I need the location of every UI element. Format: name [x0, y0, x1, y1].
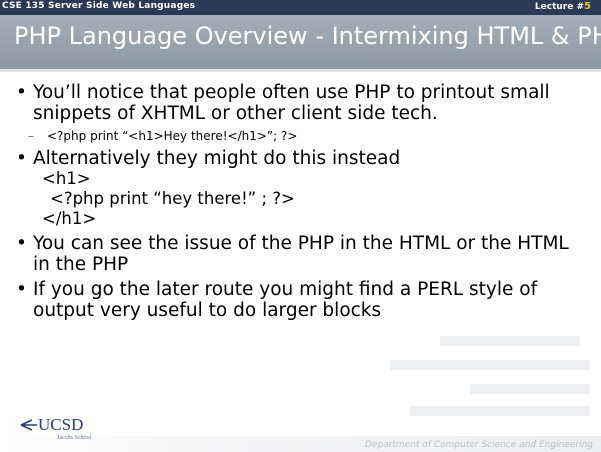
title-divider	[0, 69, 601, 72]
slide-title: PHP Language Overview - Intermixing HTML…	[14, 22, 601, 50]
bullet-text: You can see the issue of the PHP in the …	[33, 233, 569, 275]
bullet-icon: •	[16, 233, 27, 254]
slide-body: • You’ll notice that people often use PH…	[14, 82, 589, 325]
bullet-icon: •	[16, 82, 27, 103]
trident-icon	[20, 419, 37, 431]
title-band: PHP Language Overview - Intermixing HTML…	[0, 15, 601, 69]
bullet-icon: •	[16, 148, 27, 169]
slide: CSE 135 Server Side Web Languages Lectur…	[0, 0, 601, 452]
sub-bullet-item: – <?php print “<h1>Hey there!</h1>”; ?>	[14, 128, 589, 144]
bullet-text: You’ll notice that people often use PHP …	[33, 82, 550, 124]
background-watermark	[380, 330, 601, 420]
bullet-item: • You can see the issue of the PHP in th…	[14, 233, 589, 275]
bullet-text: If you go the later route you might find…	[33, 279, 538, 321]
bullet-text: Alternatively they might do this instead	[33, 148, 401, 169]
code-line: <h1>	[42, 169, 91, 188]
code-line: <?php print “hey there!” ; ?>	[50, 189, 295, 208]
sub-bullet-text: <?php print “<h1>Hey there!</h1>”; ?>	[47, 129, 298, 143]
footer-text: Department of Computer Science and Engin…	[364, 440, 593, 450]
bullet-item: • You’ll notice that people often use PH…	[14, 82, 589, 124]
logo-subtext: Jacobs School	[57, 435, 92, 441]
code-line: </h1>	[42, 209, 97, 228]
lecture-number: 5	[584, 1, 591, 12]
lecture-label: Lecture #5	[535, 1, 591, 12]
bullet-item: • If you go the later route you might fi…	[14, 279, 589, 321]
bullet-item: • Alternatively they might do this inste…	[14, 148, 589, 169]
course-label: CSE 135 Server Side Web Languages	[2, 1, 196, 11]
dash-icon: –	[28, 129, 34, 143]
top-bar: CSE 135 Server Side Web Languages Lectur…	[0, 0, 601, 15]
logo-text: UCSD	[38, 415, 84, 434]
lecture-text: Lecture #	[534, 2, 585, 12]
code-block: <h1> <?php print “hey there!” ; ?> </h1>	[14, 169, 589, 229]
bullet-icon: •	[16, 279, 27, 300]
